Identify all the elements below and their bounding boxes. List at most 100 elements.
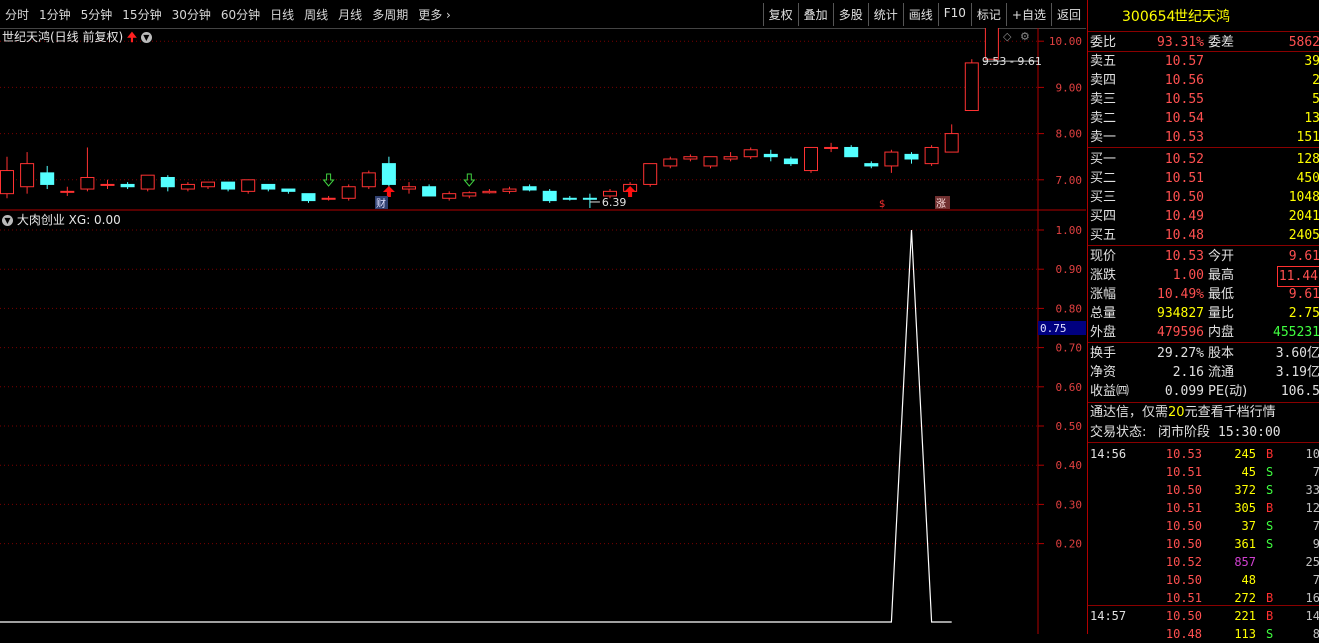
candle-body bbox=[804, 146, 818, 172]
indicator-title-bar: ▼ 大肉创业 XG: 0.00 bbox=[2, 211, 121, 228]
stat-label: 涨跌 bbox=[1090, 268, 1117, 283]
candle-body bbox=[281, 188, 296, 192]
ask-label: 卖二 bbox=[1090, 111, 1117, 126]
overlay-button[interactable]: 叠加 bbox=[797, 3, 833, 26]
ask-volume: 5 bbox=[1312, 92, 1319, 107]
tick-side: B bbox=[1266, 447, 1274, 461]
stock-header: 300654 世纪天鸿 bbox=[1088, 6, 1319, 28]
tick-volume: 113 bbox=[1234, 627, 1256, 641]
stat-value: 455231 bbox=[1273, 325, 1319, 340]
stat-label: 今开 bbox=[1208, 249, 1235, 264]
restore-rights-button[interactable]: 复权 bbox=[762, 3, 798, 26]
candle-body bbox=[241, 179, 256, 192]
ad-number: 20 bbox=[1168, 405, 1185, 420]
candle bbox=[723, 152, 738, 162]
ask-row: 卖三 10.55 5 bbox=[1088, 90, 1319, 109]
candle bbox=[683, 154, 698, 162]
tick-row: 10.51 45 S 7 bbox=[1088, 463, 1319, 481]
candle-body bbox=[964, 62, 979, 111]
tab-period-30min[interactable]: 30分钟 bbox=[167, 6, 216, 23]
candle bbox=[643, 163, 658, 187]
candle-body bbox=[100, 183, 115, 186]
tab-period-5min[interactable]: 5分钟 bbox=[76, 6, 118, 23]
candle-body bbox=[924, 146, 939, 165]
candle bbox=[944, 124, 959, 153]
draw-line-button[interactable]: 画线 bbox=[902, 3, 938, 26]
weibi-row: 委比 93.31% 委差 5862 bbox=[1088, 33, 1319, 52]
stat-row: 现价 10.53 今开 9.61 bbox=[1088, 247, 1319, 266]
stat-row: 总量 934827 量比 2.75 bbox=[1088, 304, 1319, 323]
candle-body bbox=[221, 181, 236, 190]
bid-price: 10.51 bbox=[1164, 171, 1204, 186]
candle-body bbox=[703, 156, 718, 167]
tick-volume: 361 bbox=[1234, 537, 1256, 551]
bid-row: 买一 10.52 128 bbox=[1088, 150, 1319, 169]
ask-row: 卖四 10.56 2 bbox=[1088, 71, 1319, 90]
indicator-chevron-down-icon[interactable]: ▼ bbox=[2, 215, 13, 226]
chevron-down-icon[interactable]: ▼ bbox=[140, 32, 152, 43]
candle-body bbox=[321, 197, 336, 200]
tab-period-15min[interactable]: 15分钟 bbox=[117, 6, 166, 23]
bid-label: 买三 bbox=[1090, 190, 1117, 205]
candle-body bbox=[864, 163, 879, 167]
price-tick-label: 8.00 bbox=[1056, 128, 1083, 141]
candle bbox=[522, 184, 537, 192]
candle bbox=[261, 183, 276, 192]
tick-count: 14 bbox=[1305, 609, 1319, 623]
tab-period-time-share[interactable]: 分时 bbox=[0, 6, 34, 23]
diamond-icon[interactable]: ◇ bbox=[1003, 30, 1011, 43]
candle bbox=[783, 156, 798, 166]
candle-body bbox=[542, 190, 557, 202]
stat-value: 29.27% bbox=[1157, 346, 1204, 361]
candle bbox=[743, 147, 758, 160]
period-tabs: 分时 1分钟 5分钟 15分钟 30分钟 60分钟 日线 周线 月线 多周期 更… bbox=[0, 0, 456, 28]
statistics-button[interactable]: 统计 bbox=[867, 3, 903, 26]
chart-area[interactable]: 7.008.009.0010.0011.00 11.449.53 - 9.616… bbox=[0, 28, 1086, 634]
add-watchlist-button[interactable]: +自选 bbox=[1005, 3, 1051, 26]
ask-label: 卖五 bbox=[1090, 54, 1117, 69]
candle bbox=[60, 186, 75, 196]
tab-period-60min[interactable]: 60分钟 bbox=[216, 6, 265, 23]
candle-body bbox=[180, 183, 195, 190]
candle-body bbox=[140, 174, 155, 190]
tab-period-1min[interactable]: 1分钟 bbox=[34, 6, 76, 23]
tab-period-daily[interactable]: 日线 bbox=[265, 6, 299, 23]
upgrade-ad[interactable]: 通达信，仅需20元查看千档行情 bbox=[1088, 403, 1319, 422]
bid-price: 10.52 bbox=[1164, 152, 1204, 167]
f10-button[interactable]: F10 bbox=[937, 3, 971, 26]
candle bbox=[844, 145, 859, 158]
tick-count: 12 bbox=[1305, 501, 1319, 515]
mark-button[interactable]: 标记 bbox=[970, 3, 1006, 26]
candle-body bbox=[361, 172, 376, 188]
ask-row: 卖二 10.54 13 bbox=[1088, 109, 1319, 128]
bid-price: 10.49 bbox=[1164, 209, 1204, 224]
candle bbox=[763, 149, 778, 162]
tab-period-weekly[interactable]: 周线 bbox=[299, 6, 333, 23]
multi-stock-button[interactable]: 多股 bbox=[832, 3, 868, 26]
weibi-value: 93.31% bbox=[1157, 35, 1204, 50]
stat-label: 涨幅 bbox=[1090, 287, 1117, 302]
indicator-tick-label: 0.40 bbox=[1056, 459, 1083, 472]
indicator-tick-label: 0.60 bbox=[1056, 381, 1083, 394]
tick-row: 14:57 10.50 221 B 14 bbox=[1088, 607, 1319, 625]
candle-body bbox=[643, 163, 658, 185]
tab-period-monthly[interactable]: 月线 bbox=[333, 6, 367, 23]
bid-label: 买五 bbox=[1090, 228, 1117, 243]
tab-period-more[interactable]: 更多 › bbox=[413, 6, 456, 23]
candle bbox=[663, 156, 678, 169]
indicator-tick-label: 0.20 bbox=[1056, 538, 1083, 551]
stat-label: PE(动) bbox=[1208, 384, 1248, 399]
tab-period-multi[interactable]: 多周期 bbox=[367, 6, 413, 23]
back-button[interactable]: 返回 bbox=[1050, 3, 1086, 26]
candle-body bbox=[120, 183, 135, 188]
ask-volume: 39 bbox=[1304, 54, 1319, 69]
tick-side: S bbox=[1266, 519, 1274, 533]
tick-side: S bbox=[1266, 627, 1274, 641]
stat-label: 换手 bbox=[1090, 346, 1117, 361]
tick-separator bbox=[1088, 605, 1319, 606]
indicator-tick-label: 0.70 bbox=[1056, 342, 1083, 355]
candle bbox=[422, 184, 437, 197]
indicator-tick-label: 0.90 bbox=[1056, 263, 1083, 276]
sell-arrow-icon bbox=[463, 173, 476, 187]
settings-icon[interactable]: ⚙ bbox=[1020, 30, 1030, 43]
